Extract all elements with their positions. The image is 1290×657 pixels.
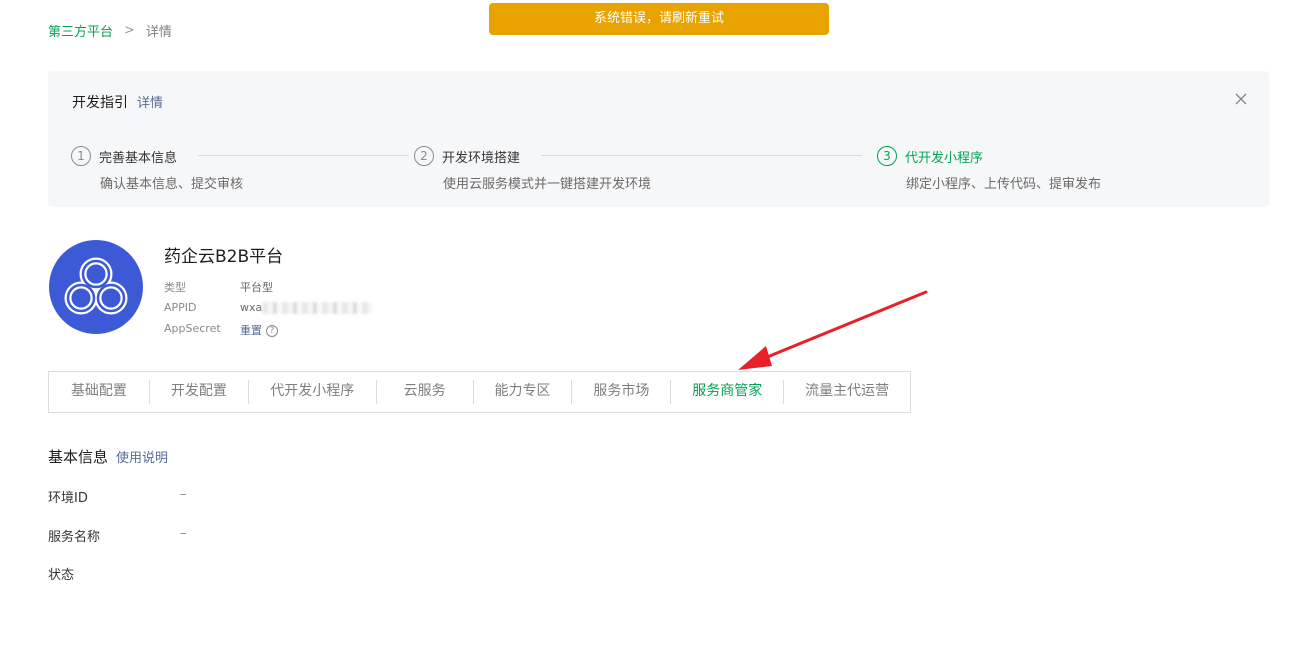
guide-detail-link[interactable]: 详情 bbox=[137, 92, 163, 111]
usage-guide-link[interactable]: 使用说明 bbox=[116, 447, 168, 466]
breadcrumb: 第三方平台 > 详情 bbox=[48, 20, 172, 40]
breadcrumb-parent-link[interactable]: 第三方平台 bbox=[48, 21, 113, 40]
basic-info-header: 基本信息 使用说明 bbox=[48, 446, 168, 467]
tab-traffic-host-operation[interactable]: 流量主代运营 bbox=[784, 371, 910, 413]
tab-service-provider-manager[interactable]: 服务商管家 bbox=[671, 371, 783, 413]
status-label: 状态 bbox=[48, 568, 75, 583]
help-icon[interactable]: ? bbox=[266, 325, 278, 337]
guide-step-1: 1 完善基本信息 确认基本信息、提交审核 bbox=[71, 146, 243, 192]
appid-label: APPID bbox=[164, 301, 197, 314]
dev-guide-panel: 开发指引 详情 1 完善基本信息 确认基本信息、提交审核 2 开发环境搭建 使用… bbox=[48, 71, 1269, 207]
guide-title: 开发指引 bbox=[72, 95, 128, 111]
tab-proxy-miniprogram[interactable]: 代开发小程序 bbox=[249, 371, 376, 413]
service-name-label: 服务名称 bbox=[48, 530, 101, 545]
close-icon[interactable] bbox=[1233, 91, 1249, 107]
step-connector bbox=[198, 155, 409, 156]
service-name-value: – bbox=[180, 526, 187, 541]
appsecret-label: AppSecret bbox=[164, 322, 221, 335]
breadcrumb-separator: > bbox=[124, 22, 135, 38]
tab-basic-config[interactable]: 基础配置 bbox=[49, 371, 149, 413]
step-title: 开发环境搭建 bbox=[442, 150, 521, 166]
guide-step-3: 3 代开发小程序 绑定小程序、上传代码、提审发布 bbox=[877, 146, 1101, 192]
appid-value: wxa bbox=[240, 301, 263, 314]
step-connector bbox=[541, 155, 862, 156]
step-title: 代开发小程序 bbox=[905, 150, 984, 166]
appid-redacted bbox=[262, 302, 372, 314]
app-name: 药企云B2B平台 bbox=[164, 247, 284, 267]
error-toast: 系统错误，请刷新重试 bbox=[489, 3, 829, 35]
step-desc: 使用云服务模式并一键搭建开发环境 bbox=[443, 177, 652, 192]
step-number: 1 bbox=[71, 146, 91, 166]
reset-secret-link[interactable]: 重置 bbox=[240, 324, 262, 337]
tab-capability-zone[interactable]: 能力专区 bbox=[474, 371, 572, 413]
type-label: 类型 bbox=[164, 281, 186, 294]
env-id-label: 环境ID bbox=[48, 491, 88, 506]
breadcrumb-current: 详情 bbox=[145, 24, 172, 40]
type-value: 平台型 bbox=[240, 281, 273, 294]
section-title: 基本信息 bbox=[48, 448, 109, 466]
step-desc: 绑定小程序、上传代码、提审发布 bbox=[906, 177, 1102, 192]
tab-dev-config[interactable]: 开发配置 bbox=[150, 371, 248, 413]
tab-cloud-service[interactable]: 云服务 bbox=[377, 371, 473, 413]
step-number: 3 bbox=[877, 146, 897, 166]
tab-bar: 基础配置 开发配置 代开发小程序 云服务 能力专区 服务市场 服务商管家 流量主… bbox=[48, 371, 911, 413]
appsecret-value: 重置? bbox=[240, 322, 278, 338]
step-number: 2 bbox=[414, 146, 434, 166]
env-id-value: – bbox=[180, 487, 187, 502]
guide-step-2: 2 开发环境搭建 使用云服务模式并一键搭建开发环境 bbox=[414, 146, 651, 192]
tab-service-market[interactable]: 服务市场 bbox=[572, 371, 670, 413]
app-logo-icon bbox=[49, 240, 143, 334]
step-desc: 确认基本信息、提交审核 bbox=[100, 177, 244, 192]
step-title: 完善基本信息 bbox=[99, 150, 178, 166]
